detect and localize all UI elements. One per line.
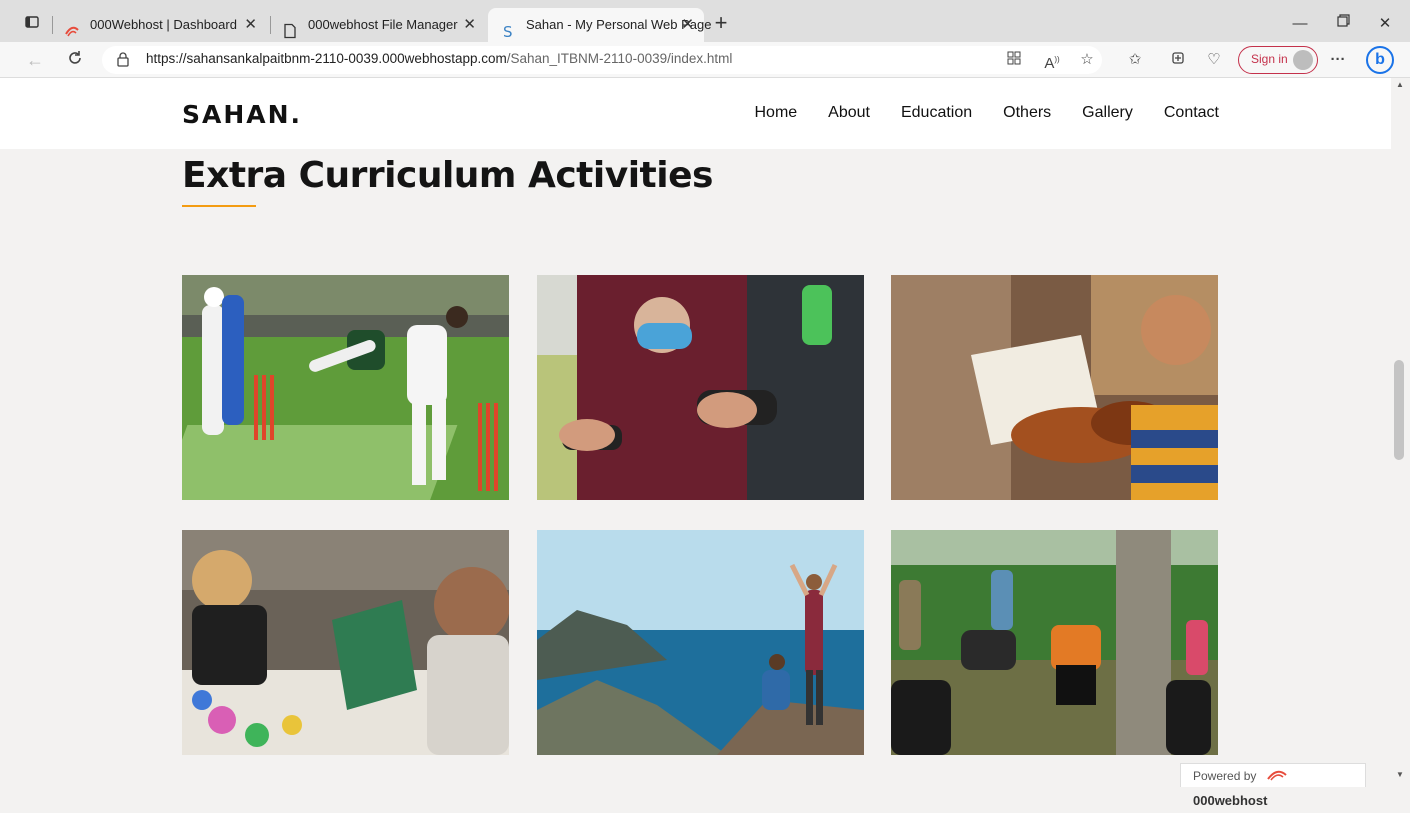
browser-tabbar: 000Webhost | Dashboard ✕ 000webhost File…	[0, 0, 1410, 42]
tab-personal-page[interactable]: S Sahan - My Personal Web Page ✕	[488, 8, 711, 42]
gardening-photo-icon	[891, 530, 1218, 755]
minimize-icon[interactable]: —	[1290, 14, 1310, 34]
new-tab-icon[interactable]: +	[708, 10, 734, 36]
close-window-icon[interactable]: ✕	[1375, 14, 1395, 34]
gallery-gaming-image[interactable]	[537, 275, 864, 500]
nav-gallery[interactable]: Gallery	[1082, 104, 1133, 122]
gaming-photo-icon	[537, 275, 864, 500]
read-aloud-icon[interactable]: A))	[1042, 50, 1062, 72]
powered-by-badge[interactable]: Powered by 000webhost	[1180, 763, 1366, 808]
site-logo[interactable]: SAHAN.	[182, 100, 302, 129]
scrollbar-thumb[interactable]	[1394, 360, 1404, 460]
webhost-logo-icon	[1266, 765, 1288, 789]
tab-webhost-dashboard[interactable]: 000Webhost | Dashboard ✕	[52, 8, 267, 42]
title-underline	[182, 205, 256, 207]
browser-addressbar: ← https://sahansankalpaitbnm-2110-0039.0…	[0, 42, 1410, 78]
main-nav: Home About Education Others Gallery Cont…	[754, 104, 1219, 122]
scroll-up-arrow-icon[interactable]: ▲	[1394, 80, 1406, 90]
app-grid-icon[interactable]	[1004, 50, 1024, 70]
gallery-violin-image[interactable]	[891, 275, 1218, 500]
nav-about[interactable]: About	[828, 104, 870, 122]
nav-others[interactable]: Others	[1003, 104, 1051, 122]
refresh-icon[interactable]	[64, 49, 86, 71]
favorite-star-icon[interactable]: ☆	[1077, 50, 1097, 70]
cricket-photo-icon	[182, 275, 509, 500]
document-icon	[282, 18, 298, 39]
nav-home[interactable]: Home	[754, 104, 797, 122]
browser-essentials-icon[interactable]: ♡	[1204, 50, 1224, 70]
svg-text:S: S	[503, 23, 513, 39]
nav-contact[interactable]: Contact	[1164, 104, 1219, 122]
url-text: https://sahansankalpaitbnm-2110-0039.000…	[146, 51, 732, 66]
tab-actions-icon[interactable]	[22, 14, 42, 34]
painting-photo-icon	[182, 530, 509, 755]
back-arrow-icon[interactable]: ←	[24, 49, 46, 71]
signin-button[interactable]: Sign in	[1238, 46, 1318, 74]
gallery-hiking-image[interactable]	[537, 530, 864, 755]
powered-prefix: Powered by	[1193, 769, 1257, 783]
gallery-cricket-image[interactable]	[182, 275, 509, 500]
close-tab-icon[interactable]: ✕	[681, 8, 694, 42]
close-tab-icon[interactable]: ✕	[463, 8, 476, 42]
url-field[interactable]: https://sahansankalpaitbnm-2110-0039.000…	[102, 46, 1102, 74]
signin-label: Sign in	[1251, 52, 1288, 66]
url-path: /Sahan_ITBNM-2110-0039/index.html	[506, 51, 733, 66]
bing-copilot-icon[interactable]: b	[1366, 46, 1394, 74]
hiking-photo-icon	[537, 530, 864, 755]
tab-file-manager[interactable]: 000webhost File Manager ✕	[270, 8, 486, 42]
more-options-icon[interactable]: ···	[1328, 50, 1348, 70]
tab-label: 000Webhost | Dashboard	[90, 17, 237, 32]
tab-label: 000webhost File Manager	[308, 17, 458, 32]
url-host: https://sahansankalpaitbnm-2110-0039.000…	[146, 51, 507, 66]
section-title: Extra Curriculum Activities	[182, 155, 713, 196]
site-header: SAHAN. Home About Education Others Galle…	[0, 78, 1391, 149]
gallery-gardening-image[interactable]	[891, 530, 1218, 755]
violin-photo-icon	[891, 275, 1218, 500]
site-s-favicon-icon: S	[500, 18, 516, 41]
scroll-down-arrow-icon[interactable]: ▼	[1394, 770, 1406, 780]
nav-education[interactable]: Education	[901, 104, 972, 122]
lock-icon[interactable]	[116, 51, 132, 69]
webhost-favicon-icon	[64, 18, 80, 37]
powered-brand: 000webhost	[1193, 792, 1268, 808]
restore-icon[interactable]	[1333, 14, 1353, 34]
avatar-icon	[1293, 50, 1313, 70]
favorites-list-icon[interactable]: ✩	[1125, 50, 1145, 70]
close-tab-icon[interactable]: ✕	[244, 8, 257, 42]
gallery-painting-image[interactable]	[182, 530, 509, 755]
collections-icon[interactable]	[1168, 50, 1188, 70]
